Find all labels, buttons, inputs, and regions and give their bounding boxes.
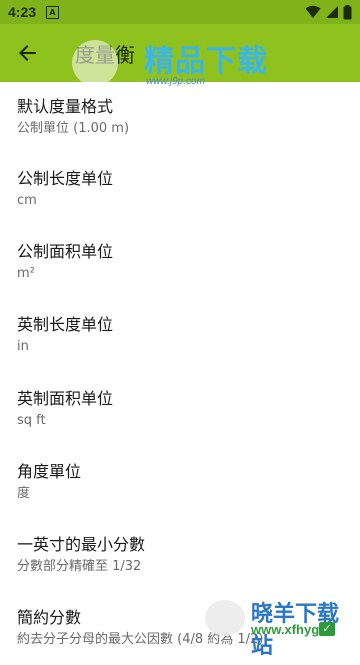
setting-summary: m² [17,265,35,281]
app-bar: 度量衡 [0,24,360,82]
setting-imperial-length-unit[interactable]: 英制长度单位 in [0,299,360,372]
setting-title: 角度單位 [17,461,82,481]
setting-min-inch-fraction[interactable]: 一英寸的最小分數 分數部分精確至 1/32 [0,518,360,591]
back-button[interactable] [16,41,40,65]
wifi-icon [305,5,321,18]
battery-icon [343,4,352,19]
setting-title: 簡約分數 [17,608,82,628]
signal-icon [326,6,338,18]
setting-title: 公制长度单位 [17,168,114,188]
setting-metric-area-unit[interactable]: 公制面积单位 m² [0,225,360,298]
setting-simplify-fraction[interactable]: 簡約分數 約去分子分母的最大公因數 (4/8 約為 1/2) [0,592,360,665]
setting-title: 英制面积单位 [17,388,114,408]
setting-title: 一英寸的最小分數 [17,535,146,555]
setting-title: 公制面积单位 [17,241,114,261]
arrow-back-icon [19,45,36,61]
setting-summary: cm [17,192,37,208]
status-bar: 4:23 A [0,0,360,24]
setting-summary: in [17,339,29,355]
setting-metric-length-unit[interactable]: 公制长度单位 cm [0,152,360,225]
setting-summary: 公制單位 (1.00 m) [17,121,130,136]
setting-summary: 約去分子分母的最大公因數 (4/8 約為 1/2) [17,632,264,648]
setting-title: 英制长度单位 [17,315,114,335]
setting-title: 默认度量格式 [17,97,114,116]
setting-imperial-area-unit[interactable]: 英制面积单位 sq ft [0,372,360,445]
status-time: 4:23 [8,4,37,20]
setting-default-measure-format[interactable]: 默认度量格式 公制單位 (1.00 m) [0,82,360,152]
notification-icon: A [46,5,60,19]
status-icons [305,4,352,20]
page-title: 度量衡 [75,42,135,67]
setting-angle-unit[interactable]: 角度單位 度 [0,445,360,518]
settings-list: 默认度量格式 公制單位 (1.00 m) 公制长度单位 cm 公制面积单位 m²… [0,82,360,665]
setting-summary: sq ft [17,412,46,428]
setting-summary: 分數部分精確至 1/32 [17,559,142,575]
setting-summary: 度 [17,485,31,501]
